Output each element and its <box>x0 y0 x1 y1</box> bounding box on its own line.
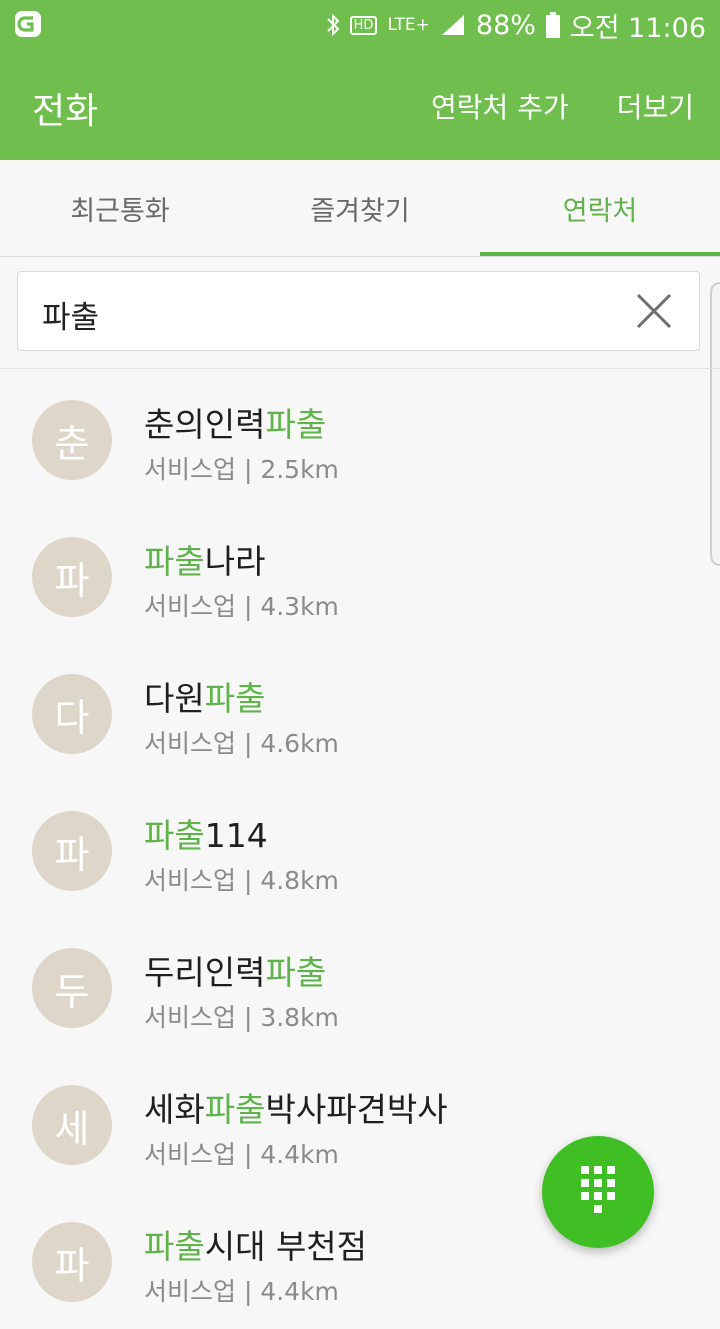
tab-recent-calls[interactable]: 최근통화 <box>0 160 240 256</box>
name-text: 춘의인력 <box>144 405 266 444</box>
app-logo-icon <box>15 11 41 37</box>
dialpad-button[interactable] <box>542 1136 654 1248</box>
add-contact-button[interactable]: 연락처 추가 <box>431 86 569 126</box>
list-item[interactable]: 파 파출나라서비스업 | 4.3km <box>0 507 720 644</box>
contact-details: 서비스업 | 2.5km <box>144 455 339 484</box>
name-text: 박사파견박사 <box>265 1090 448 1129</box>
hd-voice-icon: HD <box>349 15 378 35</box>
search-match: 파출 <box>204 1090 266 1129</box>
divider <box>0 368 720 369</box>
search-field[interactable]: 파출 <box>17 271 700 351</box>
battery-icon <box>545 12 560 38</box>
tab-favorites[interactable]: 즐겨찾기 <box>240 160 480 256</box>
avatar: 두 <box>32 948 112 1028</box>
contact-details: 서비스업 | 3.8km <box>144 1003 339 1032</box>
signal-icon <box>441 15 464 35</box>
tab-indicator <box>480 252 720 256</box>
contact-details: 서비스업 | 4.6km <box>144 729 339 758</box>
more-button[interactable]: 더보기 <box>617 86 694 126</box>
contact-name: 파출114 <box>144 809 268 857</box>
clock: 오전 11:06 <box>569 12 706 44</box>
contact-name: 두리인력파출 <box>144 946 326 994</box>
search-match: 파출 <box>144 1227 205 1266</box>
tab-bar: 최근통화 즐겨찾기 연락처 <box>0 160 720 257</box>
name-text: 114 <box>204 816 268 855</box>
contact-name: 세화파출박사파견박사 <box>144 1083 448 1131</box>
avatar: 파 <box>32 537 112 617</box>
search-match: 파출 <box>265 405 327 444</box>
search-match: 파출 <box>265 953 327 992</box>
battery-percent: 88% <box>475 9 536 41</box>
contact-details: 서비스업 | 4.4km <box>144 1277 339 1306</box>
avatar: 춘 <box>32 400 112 480</box>
search-match: 파출 <box>144 816 205 855</box>
contact-details: 서비스업 | 4.4km <box>144 1140 339 1169</box>
avatar: 파 <box>32 1222 112 1302</box>
avatar: 파 <box>32 811 112 891</box>
avatar: 세 <box>32 1085 112 1165</box>
status-bar: HD LTE+ 88% 오전 11:06 <box>0 0 720 50</box>
contact-name: 춘의인력파출 <box>144 398 326 446</box>
app-title: 전화 <box>32 91 99 132</box>
contact-name: 파출나라 <box>144 535 265 583</box>
dialpad-icon <box>581 1166 615 1213</box>
search-match: 파출 <box>144 542 205 581</box>
name-text: 두리인력 <box>144 953 266 992</box>
bluetooth-icon <box>326 13 340 37</box>
contact-details: 서비스업 | 4.3km <box>144 592 339 621</box>
avatar: 다 <box>32 674 112 754</box>
list-item[interactable]: 파 파출114 서비스업 | 4.8km <box>0 781 720 918</box>
search-match: 파출 <box>204 679 266 718</box>
contact-name: 파출시대 부천점 <box>144 1220 367 1268</box>
lte-icon: LTE+ <box>387 15 430 35</box>
tab-contacts[interactable]: 연락처 <box>480 160 720 256</box>
name-text: 다원 <box>144 679 205 718</box>
app-bar: 전화 연락처 추가 더보기 <box>0 50 720 160</box>
name-text: 나라 <box>204 542 266 581</box>
close-icon[interactable] <box>635 292 673 330</box>
list-item[interactable]: 다 다원파출서비스업 | 4.6km <box>0 644 720 781</box>
name-text: 세화 <box>144 1090 205 1129</box>
list-item[interactable]: 두 두리인력파출서비스업 | 3.8km <box>0 918 720 1055</box>
search-input[interactable]: 파출 <box>42 292 99 337</box>
name-text: 시대 부천점 <box>204 1227 368 1266</box>
list-item[interactable]: 춘 춘의인력파출서비스업 | 2.5km <box>0 370 720 507</box>
contact-details: 서비스업 | 4.8km <box>144 866 339 895</box>
contact-name: 다원파출 <box>144 672 265 720</box>
